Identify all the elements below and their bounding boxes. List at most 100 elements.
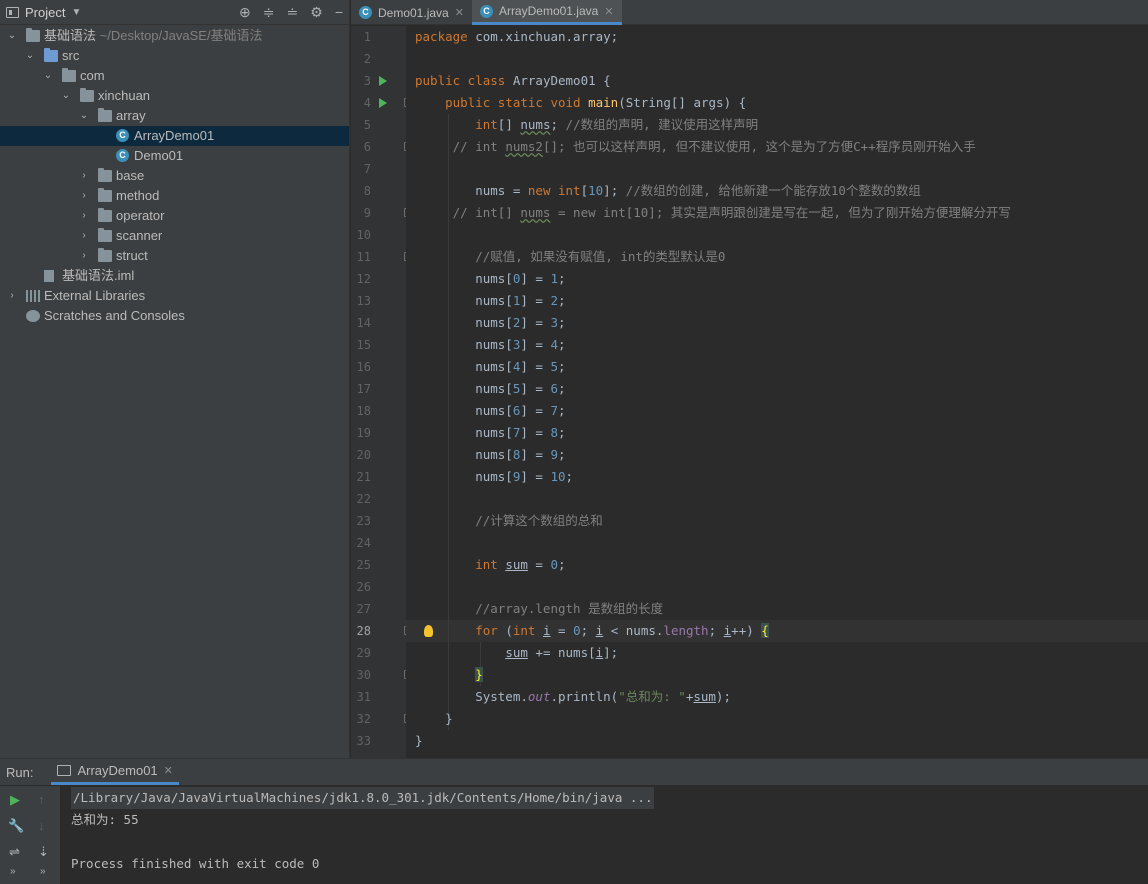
editor-gutter: 1 2 3 4 5 6 7 8 9 10 11 12 13 14 15 16 17 18 19 20 21 22 23 24 2…	[351, 26, 413, 758]
run-tab[interactable]: ArrayDemo01 ✕	[51, 759, 179, 785]
code-line: }	[475, 667, 483, 682]
code-line: //计算这个数组的总和	[415, 513, 603, 528]
scroll-end-icon[interactable]: ⇣	[38, 844, 49, 860]
line-number: 24	[356, 536, 371, 550]
arrow-down-icon[interactable]: ↓	[38, 818, 45, 833]
line-number: 19	[356, 426, 371, 440]
expand-all-icon[interactable]: ≑	[263, 4, 275, 21]
locate-icon[interactable]: ⊕	[239, 4, 251, 21]
collapse-all-icon[interactable]: ≐	[287, 4, 299, 21]
tab-label: ArrayDemo01.java	[498, 4, 599, 18]
line-number: 33	[356, 734, 371, 748]
project-title[interactable]: Project	[25, 5, 65, 20]
folder-icon	[98, 208, 112, 222]
line-number: 6	[363, 140, 371, 154]
code-line: nums = new int[10]; //数组的创建, 给他新建一个能存放10…	[415, 183, 921, 198]
chevron-down-icon[interactable]: ⌄	[6, 26, 18, 46]
tree-item[interactable]: › method	[0, 186, 349, 206]
arrow-up-icon[interactable]: ↑	[38, 792, 45, 807]
rerun-icon[interactable]: ▶	[10, 792, 20, 808]
close-icon[interactable]: ✕	[604, 5, 613, 18]
close-icon[interactable]: ✕	[164, 764, 173, 777]
chevron-down-icon[interactable]: ▼	[71, 7, 81, 18]
code-line: nums[2] = 3;	[415, 315, 566, 330]
console-icon	[57, 765, 72, 776]
tree-item-label: 基础语法.iml	[62, 268, 135, 283]
tree-item[interactable]: ⌄ src	[0, 46, 349, 66]
editor-tabs: C Demo01.java ✕ C ArrayDemo01.java ✕	[351, 0, 1148, 25]
line-number: 7	[363, 162, 371, 176]
line-number: 26	[356, 580, 371, 594]
chevron-down-icon[interactable]: ⌄	[42, 66, 54, 86]
line-number: 4	[363, 96, 371, 110]
tree-item-label: operator	[116, 208, 165, 223]
code-line: nums[3] = 4;	[415, 337, 566, 352]
tree-item[interactable]: › operator	[0, 206, 349, 226]
line-number: 16	[356, 360, 371, 374]
chevron-down-icon[interactable]: ⌄	[60, 86, 72, 106]
tree-root[interactable]: ⌄ 基础语法 ~/Desktop/JavaSE/基础语法	[0, 26, 349, 46]
tree-item[interactable]: › base	[0, 166, 349, 186]
tree-item[interactable]: C Demo01	[0, 146, 349, 166]
line-number: 31	[356, 690, 371, 704]
code-line: System.out.println("总和为: "+sum);	[415, 689, 731, 704]
java-class-icon: C	[359, 6, 372, 19]
soft-wrap-icon[interactable]: ⇌	[9, 844, 20, 860]
module-folder-icon	[26, 28, 40, 42]
chevron-right-icon[interactable]: ›	[6, 286, 18, 306]
ide-window: Project ▼ ⊕ ≑ ≐ ⚙ − ⌄ 基础语法 ~/Desktop/Jav…	[0, 0, 1148, 884]
editor-tab[interactable]: C ArrayDemo01.java ✕	[471, 0, 622, 25]
console-line[interactable]: /Library/Java/JavaVirtualMachines/jdk1.8…	[71, 787, 655, 809]
tree-item[interactable]: C ArrayDemo01	[0, 126, 349, 146]
code-line: nums[8] = 9;	[415, 447, 566, 462]
tree-item[interactable]: Scratches and Consoles	[0, 306, 349, 326]
chevron-down-icon[interactable]: ⌄	[78, 106, 90, 126]
chevron-right-icon[interactable]: ›	[78, 206, 90, 226]
tree-item[interactable]: › scanner	[0, 226, 349, 246]
line-number: 2	[363, 52, 371, 66]
tree-item[interactable]: ⌄ xinchuan	[0, 86, 349, 106]
run-gutter-icon[interactable]	[379, 76, 387, 86]
project-pane: Project ▼ ⊕ ≑ ≐ ⚙ − ⌄ 基础语法 ~/Desktop/Jav…	[0, 0, 350, 758]
tree-item[interactable]: › External Libraries	[0, 286, 349, 306]
minimize-icon[interactable]: −	[335, 4, 343, 20]
code-line: int sum = 0;	[475, 557, 566, 572]
wrench-icon[interactable]: 🔧	[8, 818, 24, 834]
code-line: nums[0] = 1;	[415, 271, 566, 286]
more-icon[interactable]: »	[10, 866, 16, 877]
code-line: for (int i = 0; i < nums.length; i++) {	[475, 623, 769, 638]
more-icon[interactable]: »	[40, 866, 46, 877]
console-line: 总和为: 55	[71, 812, 139, 827]
tree-item-label: src	[62, 48, 80, 63]
code-line: // int[] nums = new int[10]; 其实是声明跟创建是写在…	[415, 205, 1011, 220]
chevron-right-icon[interactable]: ›	[78, 186, 90, 206]
line-number: 13	[356, 294, 371, 308]
tab-label: Demo01.java	[378, 5, 449, 20]
chevron-right-icon[interactable]: ›	[78, 166, 90, 186]
tree-item[interactable]: 基础语法.iml	[0, 266, 349, 286]
gear-icon[interactable]: ⚙	[310, 4, 323, 21]
run-gutter-icon[interactable]	[379, 98, 387, 108]
line-number: 12	[356, 272, 371, 286]
project-view-icon[interactable]	[6, 6, 19, 18]
close-icon[interactable]: ✕	[455, 6, 464, 19]
code-line: nums[7] = 8;	[415, 425, 566, 440]
chevron-down-icon[interactable]: ⌄	[24, 46, 36, 66]
tree-item[interactable]: ⌄ com	[0, 66, 349, 86]
line-number: 22	[356, 492, 371, 506]
console-output[interactable]: /Library/Java/JavaVirtualMachines/jdk1.8…	[71, 787, 655, 875]
java-class-icon: C	[479, 4, 493, 18]
tree-item[interactable]: ⌄ array	[0, 106, 349, 126]
run-panel: Run: ArrayDemo01 ✕ ▶ ↑ 🔧 ↓ ⇌ ⇣ » » /Libr…	[0, 758, 1148, 884]
code-line: nums[6] = 7;	[415, 403, 566, 418]
code-line: int[] nums; //数组的声明, 建议使用这样声明	[475, 117, 759, 132]
chevron-right-icon[interactable]: ›	[78, 246, 90, 266]
chevron-right-icon[interactable]: ›	[78, 226, 90, 246]
tree-item-label: scanner	[116, 228, 163, 243]
code-editor[interactable]: package com.xinchuan.array; public class…	[406, 26, 1148, 758]
project-header: Project ▼ ⊕ ≑ ≐ ⚙ −	[0, 0, 349, 25]
scratch-icon	[26, 310, 40, 322]
tree-item[interactable]: › struct	[0, 246, 349, 266]
code-line: nums[5] = 6;	[415, 381, 566, 396]
editor-tab[interactable]: C Demo01.java ✕	[351, 0, 472, 25]
